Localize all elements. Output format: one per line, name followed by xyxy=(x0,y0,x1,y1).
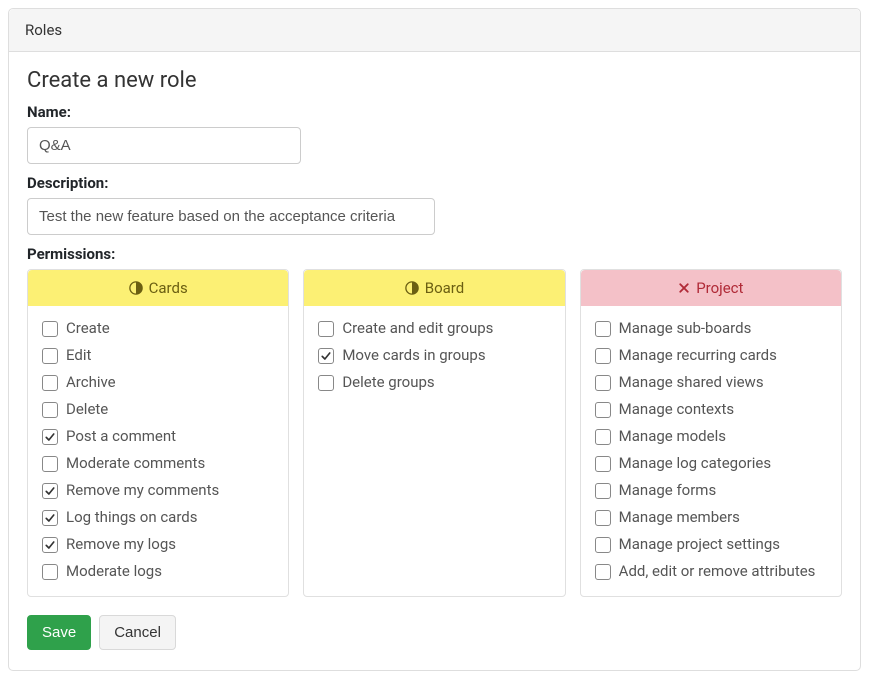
name-input[interactable] xyxy=(27,127,301,164)
perm-item[interactable]: Create xyxy=(42,318,274,339)
perm-header-label: Project xyxy=(696,279,743,297)
perm-item[interactable]: Manage project settings xyxy=(595,534,827,555)
perm-item[interactable]: Manage members xyxy=(595,507,827,528)
perm-item-label: Edit xyxy=(66,345,91,366)
perm-item[interactable]: Create and edit groups xyxy=(318,318,550,339)
card-title: Roles xyxy=(25,21,62,39)
checkbox[interactable] xyxy=(595,537,611,553)
checkbox[interactable] xyxy=(595,429,611,445)
perm-item[interactable]: Manage log categories xyxy=(595,453,827,474)
checkbox[interactable] xyxy=(42,537,58,553)
perm-item[interactable]: Manage recurring cards xyxy=(595,345,827,366)
perm-column-board: Board Create and edit groups Move cards in… xyxy=(303,269,565,597)
perm-item-label: Moderate logs xyxy=(66,561,162,582)
perm-item-label: Manage project settings xyxy=(619,534,780,555)
checkbox[interactable] xyxy=(42,348,58,364)
perm-item[interactable]: Add, edit or remove attributes xyxy=(595,561,827,582)
checkbox[interactable] xyxy=(42,321,58,337)
checkbox[interactable] xyxy=(42,429,58,445)
cancel-button[interactable]: Cancel xyxy=(99,615,176,650)
checkbox[interactable] xyxy=(42,456,58,472)
perm-item[interactable]: Edit xyxy=(42,345,274,366)
checkbox[interactable] xyxy=(42,483,58,499)
page-title: Create a new role xyxy=(27,68,842,93)
perm-item-label: Manage recurring cards xyxy=(619,345,777,366)
perm-list: Create and edit groups Move cards in grou… xyxy=(304,306,564,407)
card-header: Roles xyxy=(9,9,860,52)
checkbox[interactable] xyxy=(42,402,58,418)
checkbox[interactable] xyxy=(595,456,611,472)
name-label: Name: xyxy=(27,103,842,121)
perm-item-label: Moderate comments xyxy=(66,453,205,474)
perm-list: Create Edit Archive Delete Post a comment Mod… xyxy=(28,306,288,596)
checkbox[interactable] xyxy=(318,348,334,364)
checkbox[interactable] xyxy=(595,321,611,337)
adjust-icon xyxy=(405,281,419,295)
checkbox[interactable] xyxy=(42,510,58,526)
perm-item[interactable]: Moderate comments xyxy=(42,453,274,474)
checkbox[interactable] xyxy=(42,375,58,391)
checkbox[interactable] xyxy=(595,483,611,499)
checkbox[interactable] xyxy=(595,510,611,526)
save-button[interactable]: Save xyxy=(27,615,91,650)
perm-item-label: Manage sub-boards xyxy=(619,318,752,339)
perm-item[interactable]: Moderate logs xyxy=(42,561,274,582)
perm-item-label: Manage log categories xyxy=(619,453,771,474)
checkbox[interactable] xyxy=(318,375,334,391)
perm-item[interactable]: Log things on cards xyxy=(42,507,274,528)
description-input[interactable] xyxy=(27,198,435,235)
perm-item-label: Archive xyxy=(66,372,116,393)
perm-header-cards[interactable]: Cards xyxy=(28,270,288,306)
perm-item-label: Log things on cards xyxy=(66,507,197,528)
roles-card: Roles Create a new role Name: Descriptio… xyxy=(8,8,861,671)
checkbox[interactable] xyxy=(595,402,611,418)
perm-item[interactable]: Manage contexts xyxy=(595,399,827,420)
card-body: Create a new role Name: Description: Per… xyxy=(9,52,860,670)
checkbox[interactable] xyxy=(42,564,58,580)
actions-row: Save Cancel xyxy=(27,615,842,650)
perm-item[interactable]: Manage models xyxy=(595,426,827,447)
perm-item[interactable]: Post a comment xyxy=(42,426,274,447)
perm-item-label: Manage models xyxy=(619,426,726,447)
perm-item[interactable]: Delete xyxy=(42,399,274,420)
perm-item[interactable]: Remove my logs xyxy=(42,534,274,555)
checkbox[interactable] xyxy=(595,564,611,580)
perm-item-label: Post a comment xyxy=(66,426,176,447)
perm-item[interactable]: Manage sub-boards xyxy=(595,318,827,339)
perm-item[interactable]: Move cards in groups xyxy=(318,345,550,366)
perm-item-label: Remove my comments xyxy=(66,480,219,501)
perm-item-label: Manage forms xyxy=(619,480,717,501)
perm-item-label: Delete groups xyxy=(342,372,434,393)
perm-item-label: Manage members xyxy=(619,507,740,528)
perm-item-label: Remove my logs xyxy=(66,534,176,555)
perm-item[interactable]: Archive xyxy=(42,372,274,393)
perm-list: Manage sub-boards Manage recurring cards M… xyxy=(581,306,841,596)
perm-header-project[interactable]: Project xyxy=(581,270,841,306)
perm-item-label: Manage contexts xyxy=(619,399,734,420)
checkbox[interactable] xyxy=(318,321,334,337)
perm-item-label: Add, edit or remove attributes xyxy=(619,561,816,582)
perm-item[interactable]: Manage forms xyxy=(595,480,827,501)
perm-item[interactable]: Remove my comments xyxy=(42,480,274,501)
perm-column-cards: Cards Create Edit Archive Delete Post a comme… xyxy=(27,269,289,597)
perm-header-label: Board xyxy=(425,279,464,297)
perm-column-project: Project Manage sub-boards Manage recurring… xyxy=(580,269,842,597)
checkbox[interactable] xyxy=(595,375,611,391)
perm-item-label: Move cards in groups xyxy=(342,345,485,366)
perm-item-label: Create xyxy=(66,318,110,339)
perm-item[interactable]: Delete groups xyxy=(318,372,550,393)
perm-header-label: Cards xyxy=(149,279,188,297)
perm-item-label: Create and edit groups xyxy=(342,318,493,339)
description-label: Description: xyxy=(27,174,842,192)
close-icon xyxy=(678,282,690,294)
perm-item-label: Delete xyxy=(66,399,108,420)
checkbox[interactable] xyxy=(595,348,611,364)
permissions-label: Permissions: xyxy=(27,245,842,263)
perm-item[interactable]: Manage shared views xyxy=(595,372,827,393)
perm-header-board[interactable]: Board xyxy=(304,270,564,306)
permissions-row: Cards Create Edit Archive Delete Post a comme… xyxy=(27,269,842,597)
adjust-icon xyxy=(129,281,143,295)
perm-item-label: Manage shared views xyxy=(619,372,764,393)
